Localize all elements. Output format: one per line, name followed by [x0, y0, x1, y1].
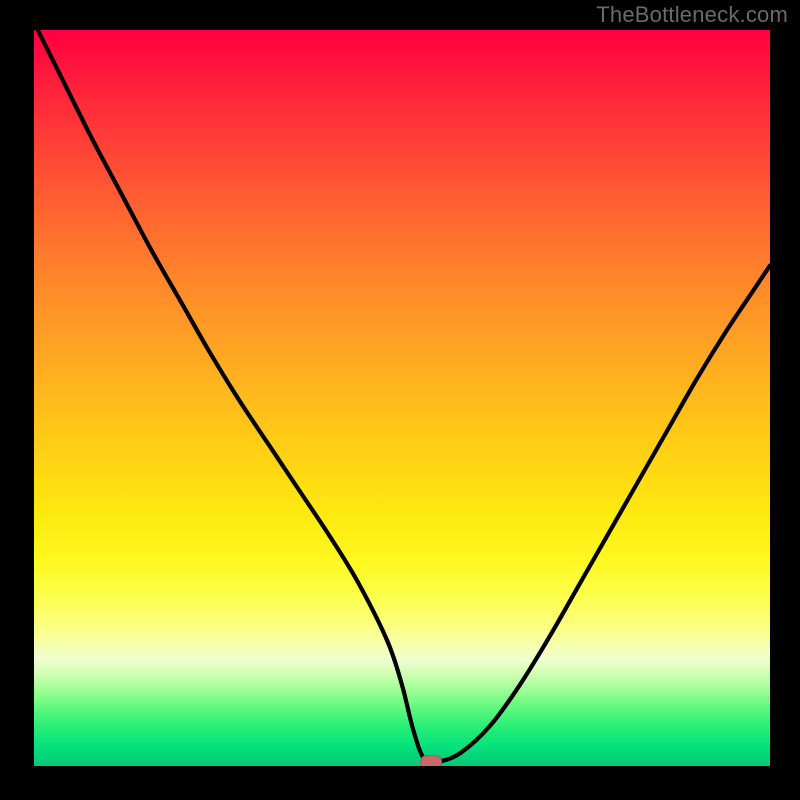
watermark-text: TheBottleneck.com [596, 2, 788, 28]
optimal-point-marker [420, 755, 442, 766]
chart-frame: TheBottleneck.com [0, 0, 800, 800]
bottleneck-curve [34, 30, 770, 766]
plot-area [34, 30, 770, 766]
